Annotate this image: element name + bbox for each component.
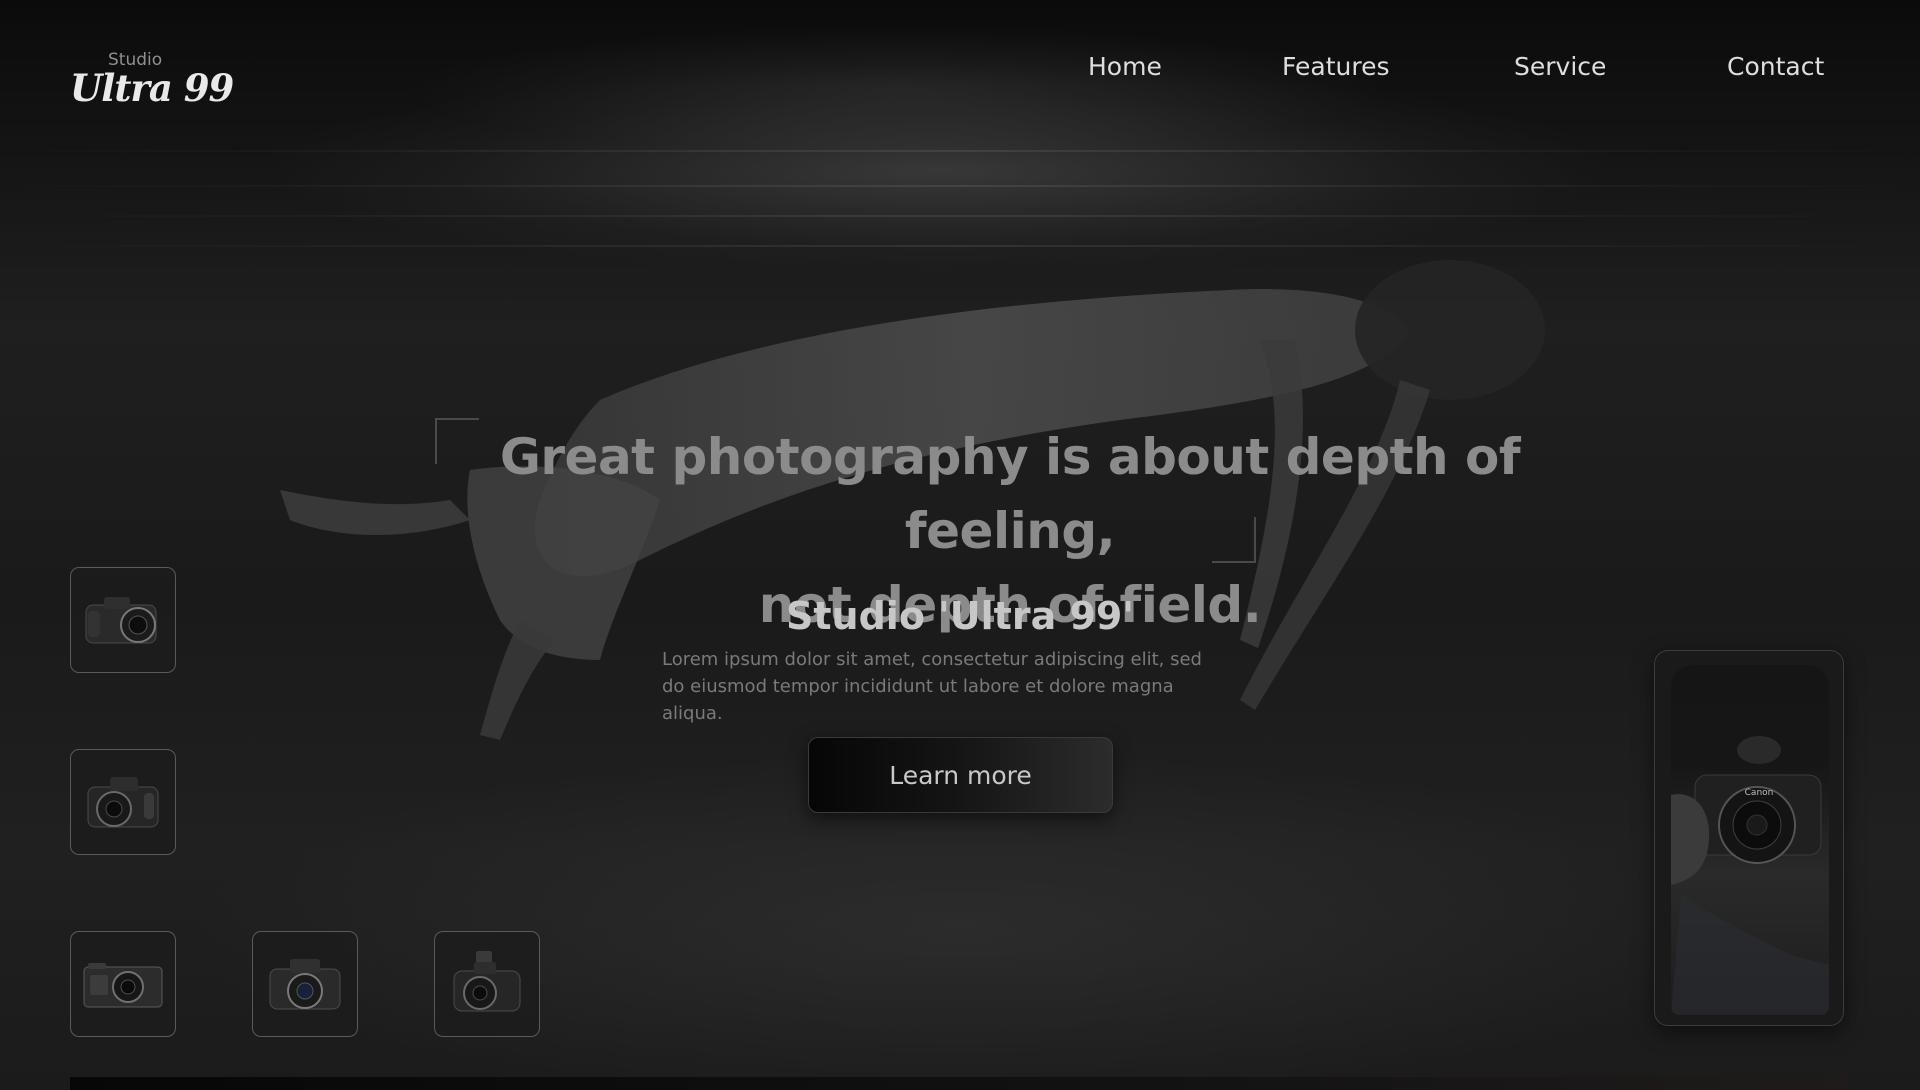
main-navigation: Home Features Service Contact [0,52,1920,92]
camera-thumbnail-5[interactable] [434,931,540,1037]
camera-thumbnail-4[interactable] [252,931,358,1037]
nav-contact-link[interactable]: Contact [1727,52,1824,81]
learn-more-button[interactable]: Learn more [808,737,1113,813]
nav-service-link[interactable]: Service [1514,52,1606,81]
phone-preview-card[interactable]: Canon [1654,650,1844,1026]
hero-quote-line-1: Great photography is about depth of feel… [499,428,1521,560]
learn-more-label: Learn more [889,760,1032,790]
studio-title: Studio 'Ultra 99' [786,594,1134,638]
camera-thumbnail-3[interactable] [70,931,176,1037]
nav-features-link[interactable]: Features [1282,52,1390,81]
phone-screen: Canon [1671,665,1829,1015]
camera-thumbnail-2[interactable] [70,749,176,855]
flash-camera-icon [453,951,521,1012]
hero-description: Lorem ipsum dolor sit amet, consectetur … [662,649,1202,724]
canon-brand-text: Canon [1745,788,1774,798]
dslr-camera-icon [85,597,157,644]
canon-camera-icon [269,959,341,1010]
photographer-camera-image: Canon [1671,736,1829,1015]
bottom-bar [70,1077,1850,1090]
mirrorless-camera-icon [83,963,163,1008]
dslr-camera-icon [87,777,159,828]
camera-thumbnail-1[interactable] [70,567,176,673]
nav-home-link[interactable]: Home [1088,52,1162,81]
